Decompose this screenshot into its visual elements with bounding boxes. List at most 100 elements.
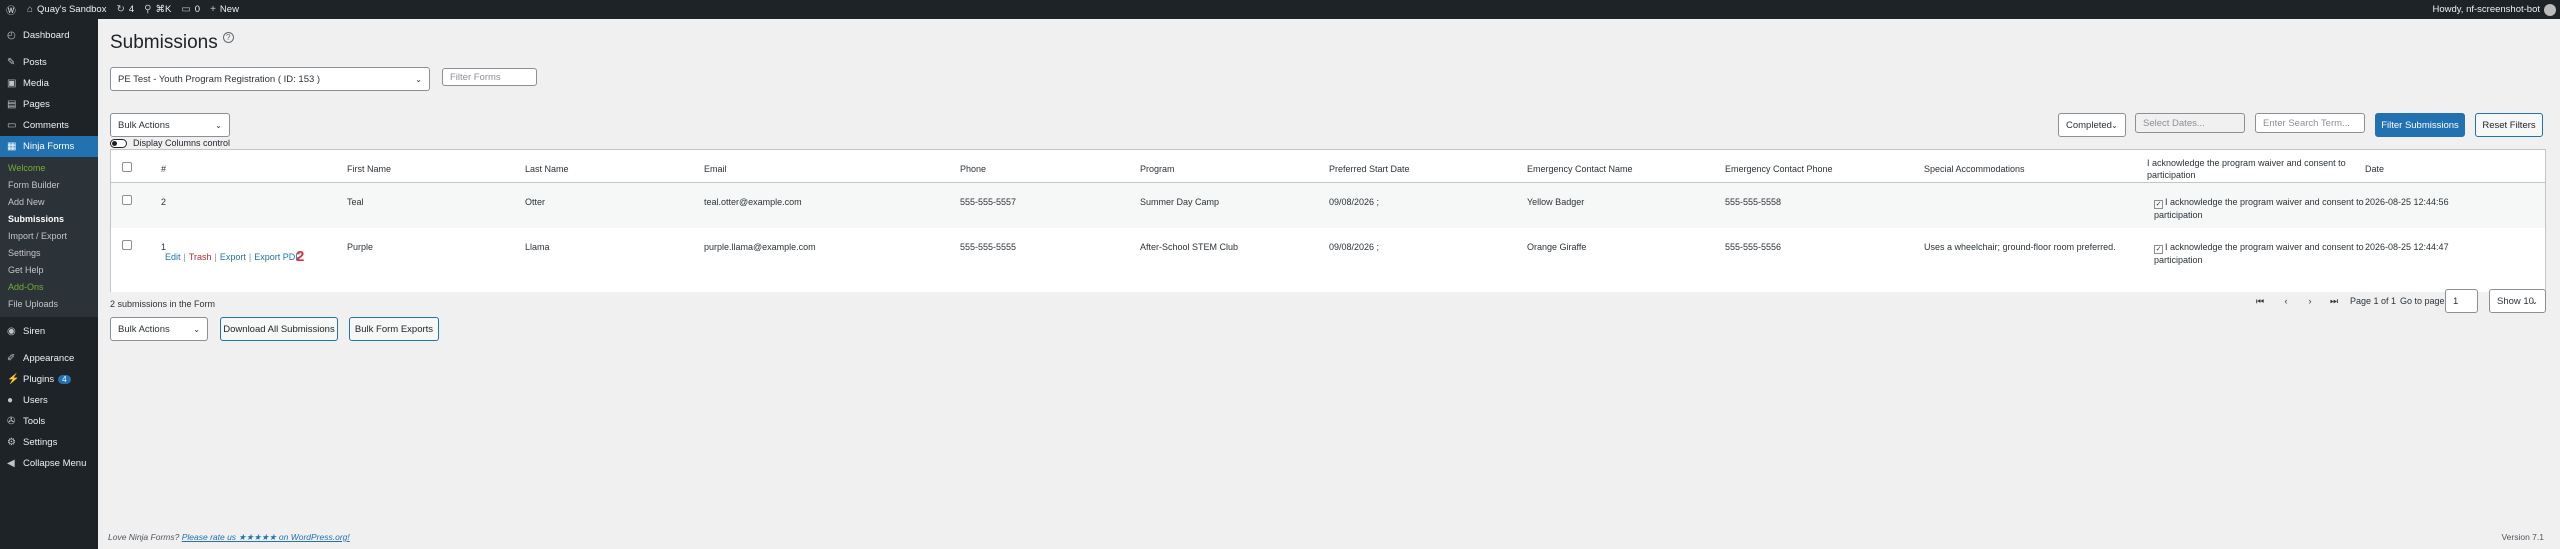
acknowledgement-text: I acknowledge the program waiver and con…	[2154, 197, 2364, 220]
toggle-switch[interactable]	[110, 138, 127, 148]
cell-first-name: Purple	[347, 242, 374, 252]
last-page-icon[interactable]: ⏭	[2324, 289, 2344, 313]
edit-link[interactable]: Edit	[165, 252, 181, 262]
chevron-down-icon: ⌄	[2531, 296, 2538, 306]
export-link[interactable]: Export	[220, 252, 246, 262]
column-header-program[interactable]: Program	[1140, 163, 1175, 175]
menu-posts[interactable]: ✎ Posts	[0, 52, 98, 73]
menu-comments[interactable]: ▭ Comments	[0, 115, 98, 136]
howdy-label: Howdy, nf-screenshot-bot	[2432, 4, 2540, 15]
bulk-actions-select-bottom[interactable]: Bulk Actions ⌄	[110, 317, 208, 341]
chevron-down-icon: ⌄	[2111, 120, 2118, 130]
next-page-icon[interactable]: ›	[2300, 289, 2320, 313]
column-header-number[interactable]: #	[161, 163, 166, 175]
export-pdf-link[interactable]: Export PDF	[254, 252, 301, 262]
column-header-date[interactable]: Date	[2365, 163, 2384, 175]
trash-link[interactable]: Trash	[189, 252, 212, 262]
wordpress-logo-icon[interactable]: Ⓦ	[0, 0, 22, 19]
bulk-actions-value: Bulk Actions	[118, 119, 170, 131]
menu-ninja-forms[interactable]: ▦ Ninja Forms	[0, 136, 98, 157]
column-header-emergency-contact-name[interactable]: Emergency Contact Name	[1527, 163, 1633, 175]
display-columns-toggle[interactable]: Display Columns control	[110, 138, 230, 148]
column-header-special-accommodations[interactable]: Special Accommodations	[1924, 163, 2025, 175]
menu-pages[interactable]: ▤ Pages	[0, 94, 98, 115]
row-actions: Edit | Trash | Export | Export PDF	[165, 252, 301, 262]
row-checkbox[interactable]	[122, 240, 132, 250]
menu-label: Pages	[23, 99, 50, 110]
annotation-mark: 2	[296, 248, 305, 265]
submenu-import-export[interactable]: Import / Export	[0, 228, 98, 245]
page-number-input[interactable]: 1	[2445, 289, 2478, 313]
users-icon: ●	[7, 395, 14, 406]
column-header-phone[interactable]: Phone	[960, 163, 986, 175]
submenu-form-builder[interactable]: Form Builder	[0, 177, 98, 194]
status-select-value: Completed	[2066, 119, 2112, 131]
date-range-placeholder: Select Dates...	[2143, 117, 2205, 129]
go-to-label: Go to page:	[2400, 289, 2447, 313]
column-header-preferred-start-date[interactable]: Preferred Start Date	[1329, 163, 1410, 175]
cell-phone: 555-555-5555	[960, 242, 1017, 252]
submenu-file-uploads[interactable]: File Uploads	[0, 296, 98, 313]
menu-media[interactable]: ▣ Media	[0, 73, 98, 94]
row-checkbox[interactable]	[122, 195, 132, 205]
account-menu[interactable]: Howdy, nf-screenshot-bot	[2432, 0, 2556, 19]
chevron-down-icon: ⌄	[215, 120, 222, 130]
page-title-text: Submissions	[110, 32, 218, 53]
column-header-acknowledgement[interactable]: I acknowledge the program waiver and con…	[2147, 157, 2357, 181]
new-content-link[interactable]: + New	[205, 0, 244, 19]
menu-dashboard[interactable]: ◴ Dashboard	[0, 25, 98, 46]
comments-link[interactable]: ▭ 0	[176, 0, 205, 19]
rate-us-link[interactable]: Please rate us ★★★★★ on WordPress.org!	[182, 532, 350, 542]
help-icon[interactable]: ?	[222, 32, 234, 43]
menu-settings[interactable]: ⚙ Settings	[0, 432, 98, 453]
updates-link[interactable]: ↻ 4	[111, 0, 139, 19]
updates-count: 4	[128, 4, 135, 15]
first-page-icon[interactable]: ⏮	[2250, 289, 2270, 313]
bulk-form-exports-button[interactable]: Bulk Form Exports	[349, 317, 439, 341]
menu-label: Appearance	[23, 353, 75, 364]
menu-users[interactable]: ● Users	[0, 390, 98, 411]
menu-plugins[interactable]: ⚡ Plugins 4	[0, 369, 98, 390]
chevron-down-icon: ⌄	[415, 74, 422, 84]
acknowledgement-text: I acknowledge the program waiver and con…	[2154, 242, 2364, 265]
submenu-add-new[interactable]: Add New	[0, 194, 98, 211]
submenu-add-ons[interactable]: Add-Ons	[0, 279, 98, 296]
siren-icon: ◉	[7, 326, 16, 337]
menu-appearance[interactable]: ✐ Appearance	[0, 348, 98, 369]
prev-page-icon[interactable]: ‹	[2276, 289, 2296, 313]
menu-tools[interactable]: ✇ Tools	[0, 411, 98, 432]
avatar	[2544, 3, 2556, 16]
cell-start-date: 09/08/2026 ;	[1329, 197, 1380, 207]
bulk-actions-select[interactable]: Bulk Actions ⌄	[110, 113, 230, 137]
collapse-menu[interactable]: ◀ Collapse Menu	[0, 453, 98, 474]
column-header-emergency-contact-phone[interactable]: Emergency Contact Phone	[1725, 163, 1833, 175]
submenu-get-help[interactable]: Get Help	[0, 262, 98, 279]
ninja-forms-icon: ▦	[7, 141, 17, 152]
search-term-input[interactable]: Enter Search Term...	[2255, 113, 2365, 133]
menu-label: Comments	[23, 120, 69, 131]
date-range-input[interactable]: Select Dates...	[2135, 113, 2245, 133]
cell-last-name: Llama	[525, 242, 550, 252]
select-all-checkbox[interactable]	[122, 162, 132, 172]
filter-submissions-button[interactable]: Filter Submissions	[2375, 113, 2465, 137]
reset-filters-button[interactable]: Reset Filters	[2475, 113, 2543, 137]
column-header-email[interactable]: Email	[704, 163, 727, 175]
shortcut-label: ⌘K	[155, 4, 172, 15]
column-header-first-name[interactable]: First Name	[347, 163, 391, 175]
site-name-link[interactable]: ⌂ Quay's Sandbox	[22, 0, 111, 19]
column-header-last-name[interactable]: Last Name	[525, 163, 569, 175]
menu-siren[interactable]: ◉ Siren	[0, 321, 98, 342]
submenu-settings[interactable]: Settings	[0, 245, 98, 262]
form-select[interactable]: PE Test - Youth Program Registration ( I…	[110, 67, 430, 91]
submenu-welcome[interactable]: Welcome	[0, 160, 98, 177]
footer-text: Love Ninja Forms? Please rate us ★★★★★ o…	[108, 532, 350, 543]
search-shortcut[interactable]: ⚲ ⌘K	[139, 0, 176, 19]
search-term-placeholder: Enter Search Term...	[2263, 117, 2350, 129]
download-all-button[interactable]: Download All Submissions	[220, 317, 338, 341]
status-select[interactable]: Completed ⌄	[2058, 113, 2126, 137]
show-per-page-select[interactable]: Show 10 ⌄	[2489, 289, 2546, 313]
page-icon: ▤	[7, 99, 17, 110]
filter-forms-input[interactable]: Filter Forms	[442, 68, 537, 86]
submenu-submissions[interactable]: Submissions	[0, 211, 98, 228]
site-name: Quay's Sandbox	[37, 4, 107, 15]
